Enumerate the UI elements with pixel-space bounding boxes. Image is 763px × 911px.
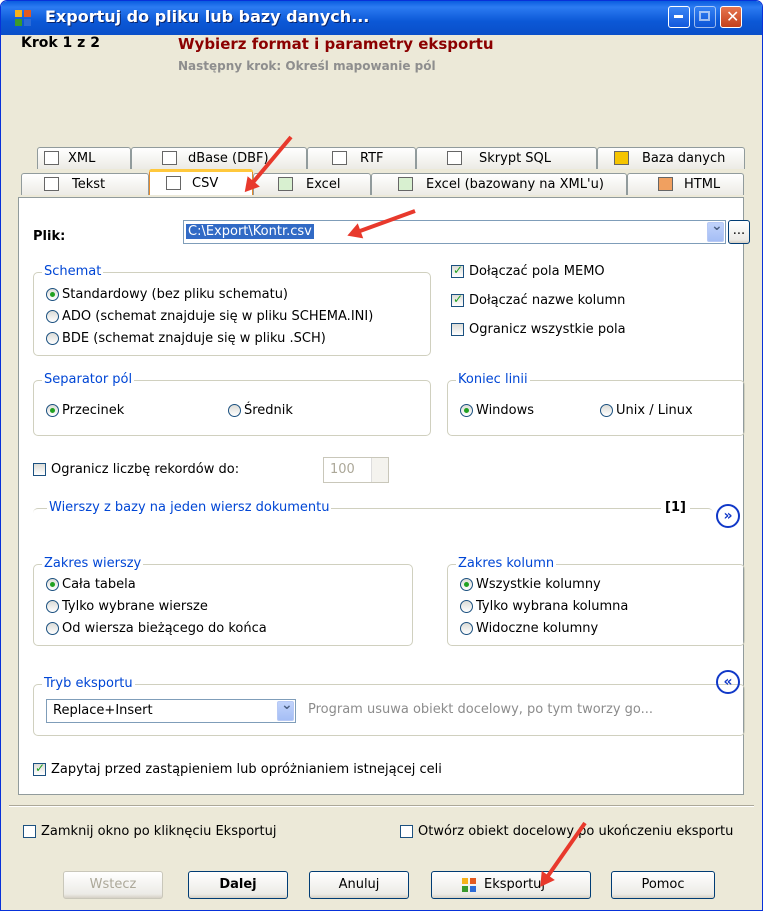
window-title: Exportuj do pliku lub bazy danych... [45,7,370,26]
title-bar[interactable]: Exportuj do pliku lub bazy danych... ✕ [1,1,762,35]
tab-excel-xml[interactable]: Excel (bazowany na XML'u) [371,173,627,195]
footer-separator [9,805,754,807]
step-indicator: Krok 1 z 2 [21,35,100,51]
excel-icon [278,177,293,191]
row-range-group: Zakres wierszy Cała tabela Tylko wybrane… [33,556,413,646]
record-limit-spinner[interactable]: 100 [323,457,389,483]
html-icon [658,177,673,191]
file-path-combo[interactable]: C:\Export\Kontr.csv [183,218,726,244]
tab-database[interactable]: Baza danych [597,147,745,169]
tab-text[interactable]: Tekst [21,173,149,195]
text-icon [44,177,59,191]
export-app-icon [15,10,31,26]
line-end-group: Koniec linii Windows Unix / Linux [447,372,745,436]
browse-button[interactable]: ... [728,220,750,244]
tab-xml[interactable]: XML [37,147,131,169]
tab-rtf[interactable]: RTF [307,147,416,169]
col-range-group: Zakres kolumn Wszystkie kolumny Tylko wy… [447,556,745,646]
collapse-icon[interactable]: « [716,670,740,694]
export-button[interactable]: Eksportuj [431,871,591,899]
maximize-button[interactable] [694,6,716,28]
step-title: Wybierz format i parametry eksportu [178,35,494,53]
chevron-down-icon[interactable] [707,218,724,242]
export-mode-select[interactable]: Replace+Insert [46,697,296,723]
rows-per-doc-bar: Wierszy z bazy na jeden wiersz dokumentu… [33,500,713,536]
rtf-icon [332,151,347,165]
excel-xml-icon [398,177,413,191]
tab-excel[interactable]: Excel [253,173,371,195]
separator-group: Separator pól Przecinek Średnik [33,372,431,436]
back-button[interactable]: Wstecz [63,871,163,899]
export-mode-group: Tryb eksportu Replace+Insert Program usu… [33,676,745,736]
next-step-hint: Następny krok: Określ mapowanie pól [178,59,436,73]
file-path-value: C:\Export\Kontr.csv [186,224,314,239]
tab-html[interactable]: HTML [627,173,744,195]
dbase-icon [162,151,177,165]
minimize-button[interactable] [668,6,690,28]
spinner-arrows-icon[interactable] [371,458,388,482]
help-button[interactable]: Pomoc [611,871,715,899]
export-icon [462,878,476,892]
expand-icon[interactable]: » [716,504,740,528]
close-button[interactable]: ✕ [720,6,742,28]
tab-sql[interactable]: Skrypt SQL [416,147,597,169]
export-dialog: Exportuj do pliku lub bazy danych... ✕ K… [0,0,763,911]
schema-group: Schemat Standardowy (bez pliku schematu)… [33,264,431,356]
tab-csv[interactable]: CSV [149,169,253,195]
csv-icon [166,176,181,190]
file-label: Plik: [33,229,66,244]
next-button[interactable]: Dalej [188,871,288,899]
cancel-button[interactable]: Anuluj [309,871,409,899]
export-mode-description: Program usuwa obiekt docelowy, po tym tw… [308,702,654,717]
csv-options-panel: Plik: C:\Export\Kontr.csv ... Schemat St… [18,197,750,795]
chevron-down-icon[interactable] [277,697,294,721]
rows-per-doc-value: [1] [661,500,690,515]
database-icon [614,151,629,165]
xml-icon [44,151,59,165]
close-icon: ✕ [726,7,740,26]
sql-icon [447,151,462,165]
